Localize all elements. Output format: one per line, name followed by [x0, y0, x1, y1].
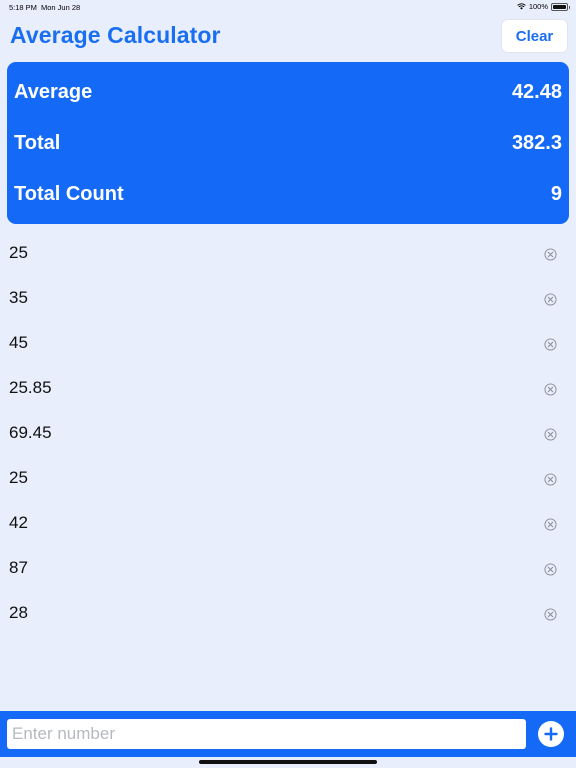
count-label: Total Count: [14, 182, 124, 205]
list-item: 45: [0, 322, 576, 367]
count-row: Total Count 9: [14, 179, 562, 209]
list-item: 69.45: [0, 412, 576, 457]
remove-item-icon[interactable]: [544, 608, 557, 621]
list-item-value: 42: [9, 513, 28, 532]
battery-percent: 100%: [528, 2, 548, 11]
remove-item-icon[interactable]: [544, 473, 557, 486]
battery-fill: [553, 4, 566, 9]
average-label: Average: [14, 80, 93, 103]
remove-item-icon[interactable]: [544, 338, 557, 351]
average-value: 42.48: [511, 80, 562, 103]
battery-icon: [551, 2, 570, 11]
total-label: Total: [14, 131, 61, 154]
list-item: 87: [0, 547, 576, 592]
list-item-value: 87: [9, 558, 28, 577]
plus-icon: [544, 727, 558, 741]
list-item-value: 45: [9, 333, 28, 352]
list-item: 42: [0, 502, 576, 547]
page-title: Average Calculator: [10, 22, 221, 48]
remove-item-icon[interactable]: [544, 248, 557, 261]
remove-item-icon[interactable]: [544, 518, 557, 531]
list-item-value: 69.45: [9, 423, 52, 442]
list-item-value: 25.85: [9, 378, 52, 397]
list-item-value: 28: [9, 603, 28, 622]
input-bar: [0, 711, 576, 757]
summary-card: Average 42.48 Total 382.3 Total Count 9: [7, 62, 569, 224]
status-bar: 5:18 PM Mon Jun 28 100%: [0, 0, 576, 14]
list-item: 25.85: [0, 367, 576, 412]
remove-item-icon[interactable]: [544, 383, 557, 396]
list-item-value: 25: [9, 243, 28, 262]
total-row: Total 382.3: [14, 128, 562, 158]
status-indicators: 100%: [517, 2, 570, 11]
list-item-value: 35: [9, 288, 28, 307]
list-item: 35: [0, 277, 576, 322]
remove-item-icon[interactable]: [544, 563, 557, 576]
list-item: 28: [0, 592, 576, 637]
number-list: 25 35 45 25.85 69.45 25 42 87 28: [0, 232, 576, 637]
list-item: 25: [0, 232, 576, 277]
list-item-value: 25: [9, 468, 28, 487]
number-input[interactable]: [7, 719, 526, 749]
app-screen: 5:18 PM Mon Jun 28 100% Average Calculat…: [0, 0, 576, 768]
status-time: 5:18 PM: [9, 3, 37, 12]
add-button[interactable]: [538, 721, 564, 747]
count-value: 9: [550, 182, 562, 205]
total-value: 382.3: [511, 131, 562, 154]
clear-button[interactable]: Clear: [501, 19, 568, 53]
average-row: Average 42.48: [14, 77, 562, 107]
remove-item-icon[interactable]: [544, 428, 557, 441]
home-indicator: [199, 760, 377, 764]
status-date: Mon Jun 28: [41, 3, 81, 12]
wifi-icon: [517, 3, 526, 10]
list-item: 25: [0, 457, 576, 502]
remove-item-icon[interactable]: [544, 293, 557, 306]
